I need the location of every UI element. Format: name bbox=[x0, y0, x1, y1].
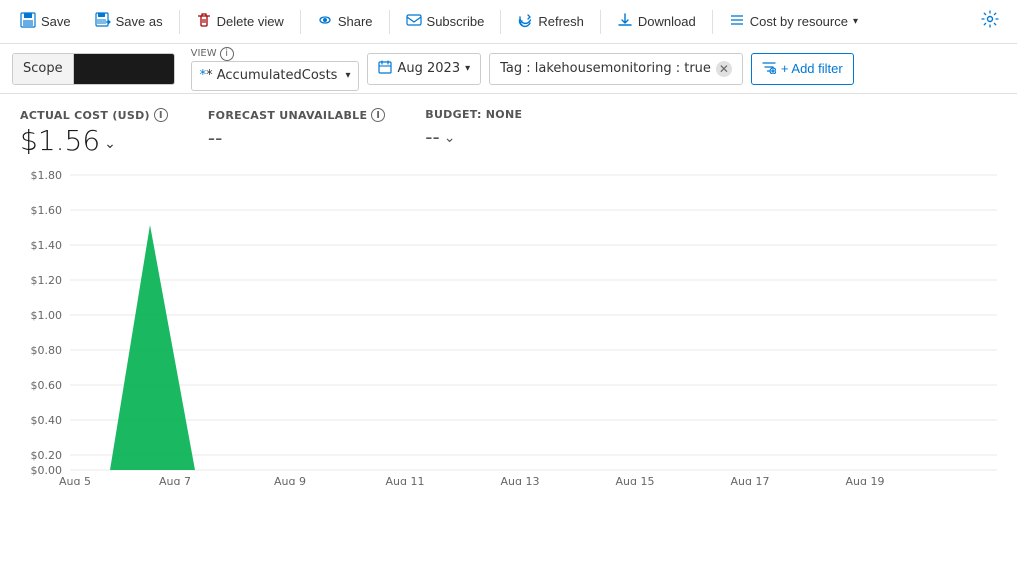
svg-text:Aug 17: Aug 17 bbox=[731, 475, 770, 485]
actual-cost-info-icon[interactable]: i bbox=[154, 108, 168, 122]
divider-1 bbox=[179, 10, 180, 34]
metrics-row: ACTUAL COST (USD) i $1.56 ⌄ FORECAST UNA… bbox=[0, 94, 1017, 165]
view-label: VIEW i bbox=[191, 47, 360, 61]
svg-text:Aug 11: Aug 11 bbox=[386, 475, 425, 485]
svg-text:$1.00: $1.00 bbox=[31, 309, 63, 322]
divider-3 bbox=[389, 10, 390, 34]
cost-chart: $1.80 $1.60 $1.40 $1.20 $1.00 $0.80 $0.6… bbox=[20, 165, 997, 485]
svg-text:$1.40: $1.40 bbox=[31, 239, 63, 252]
cost-list-icon bbox=[729, 12, 745, 31]
divider-4 bbox=[500, 10, 501, 34]
calendar-icon bbox=[378, 60, 392, 78]
save-as-button[interactable]: Save as bbox=[85, 7, 173, 36]
svg-text:$1.60: $1.60 bbox=[31, 204, 63, 217]
settings-icon bbox=[981, 15, 999, 32]
add-filter-button[interactable]: + Add filter bbox=[751, 53, 854, 85]
tag-close-button[interactable]: ✕ bbox=[716, 61, 732, 77]
subscribe-button[interactable]: Subscribe bbox=[396, 7, 495, 36]
download-button[interactable]: Download bbox=[607, 7, 706, 36]
svg-text:Aug 13: Aug 13 bbox=[501, 475, 540, 485]
cost-by-resource-button[interactable]: Cost by resource ▾ bbox=[719, 7, 868, 36]
actual-cost-chevron-icon: ⌄ bbox=[104, 136, 116, 152]
date-picker[interactable]: Aug 2023 ▾ bbox=[367, 53, 481, 85]
chart-container: $1.80 $1.60 $1.40 $1.20 $1.00 $0.80 $0.6… bbox=[0, 165, 1017, 495]
share-button[interactable]: Share bbox=[307, 7, 383, 36]
svg-text:Aug 15: Aug 15 bbox=[616, 475, 655, 485]
svg-text:Aug 7: Aug 7 bbox=[159, 475, 191, 485]
budget-label: BUDGET: NONE bbox=[425, 108, 522, 121]
delete-icon bbox=[196, 12, 212, 31]
add-filter-icon bbox=[762, 60, 776, 77]
view-info-icon[interactable]: i bbox=[220, 47, 234, 61]
settings-button[interactable] bbox=[973, 5, 1007, 38]
view-dropdown[interactable]: VIEW i * * AccumulatedCosts ▾ bbox=[191, 47, 360, 91]
svg-text:Aug 19: Aug 19 bbox=[846, 475, 885, 485]
svg-text:$0.40: $0.40 bbox=[31, 414, 63, 427]
view-chevron-icon: ▾ bbox=[345, 70, 350, 81]
svg-text:$0.20: $0.20 bbox=[31, 449, 63, 462]
download-icon bbox=[617, 12, 633, 31]
forecast-value: -- bbox=[208, 126, 385, 150]
actual-cost-label: ACTUAL COST (USD) i bbox=[20, 108, 168, 122]
save-icon bbox=[20, 12, 36, 31]
divider-5 bbox=[600, 10, 601, 34]
chart-wrapper: $1.80 $1.60 $1.40 $1.20 $1.00 $0.80 $0.6… bbox=[20, 165, 997, 485]
forecast-info-icon[interactable]: i bbox=[371, 108, 385, 122]
view-select[interactable]: * * AccumulatedCosts ▾ bbox=[191, 61, 360, 91]
svg-text:$0.00: $0.00 bbox=[31, 464, 63, 477]
save-as-icon bbox=[95, 12, 111, 31]
forecast-label: FORECAST UNAVAILABLE i bbox=[208, 108, 385, 122]
svg-text:$0.60: $0.60 bbox=[31, 379, 63, 392]
divider-2 bbox=[300, 10, 301, 34]
svg-text:Aug 9: Aug 9 bbox=[274, 475, 306, 485]
actual-cost-metric: ACTUAL COST (USD) i $1.56 ⌄ bbox=[20, 108, 168, 157]
svg-text:$0.80: $0.80 bbox=[31, 344, 63, 357]
date-chevron-icon: ▾ bbox=[465, 63, 470, 74]
save-button[interactable]: Save bbox=[10, 7, 81, 36]
scope-selector[interactable]: Scope bbox=[12, 53, 175, 85]
filter-bar: Scope VIEW i * * AccumulatedCosts ▾ Aug … bbox=[0, 44, 1017, 94]
subscribe-icon bbox=[406, 12, 422, 31]
actual-cost-value: $1.56 ⌄ bbox=[20, 124, 168, 157]
delete-view-button[interactable]: Delete view bbox=[186, 7, 294, 36]
scope-value[interactable] bbox=[74, 54, 174, 84]
divider-6 bbox=[712, 10, 713, 34]
toolbar: Save Save as Delete view bbox=[0, 0, 1017, 44]
svg-text:$1.80: $1.80 bbox=[31, 169, 63, 182]
forecast-metric: FORECAST UNAVAILABLE i -- bbox=[208, 108, 385, 150]
budget-metric: BUDGET: NONE -- ⌄ bbox=[425, 108, 522, 149]
svg-text:Aug 5: Aug 5 bbox=[59, 475, 91, 485]
refresh-icon bbox=[517, 12, 533, 31]
cost-by-resource-chevron-icon: ▾ bbox=[853, 16, 858, 27]
share-icon bbox=[317, 12, 333, 31]
refresh-button[interactable]: Refresh bbox=[507, 7, 594, 36]
svg-text:$1.20: $1.20 bbox=[31, 274, 63, 287]
budget-chevron-icon: ⌄ bbox=[444, 130, 456, 146]
tag-filter: Tag : lakehousemonitoring : true ✕ bbox=[489, 53, 743, 85]
scope-label: Scope bbox=[13, 54, 74, 84]
budget-value: -- ⌄ bbox=[425, 125, 522, 149]
